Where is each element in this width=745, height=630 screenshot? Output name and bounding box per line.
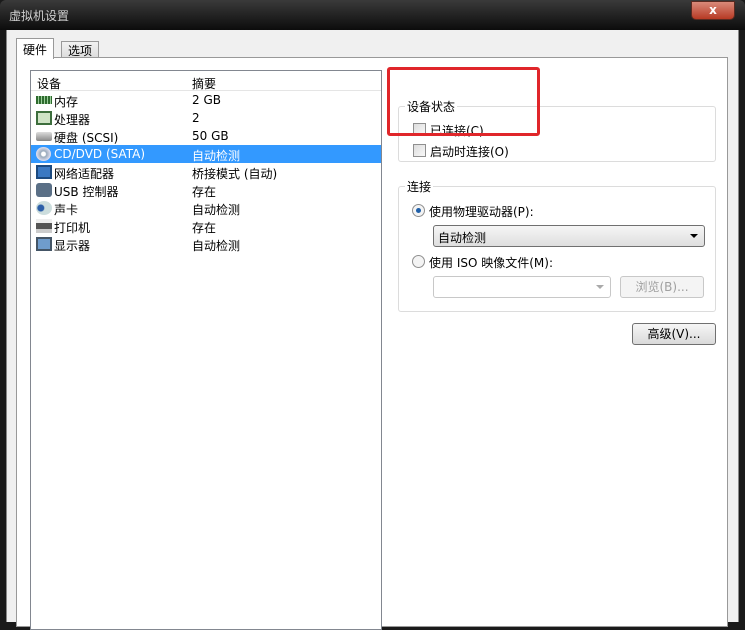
- device-name: 显示器: [54, 239, 91, 253]
- usb-icon: [36, 183, 52, 197]
- tab-options[interactable]: 选项: [61, 41, 100, 58]
- close-button[interactable]: x: [691, 1, 735, 20]
- device-summary: 50 GB: [192, 129, 229, 143]
- list-header: 设备 摘要: [31, 71, 381, 91]
- device-summary: 存在: [192, 185, 217, 199]
- connect-at-power-on-checkbox[interactable]: [413, 144, 426, 157]
- iso-file-radio[interactable]: [412, 255, 425, 268]
- device-name: 硬盘 (SCSI): [54, 131, 119, 145]
- device-name: USB 控制器: [54, 185, 119, 199]
- device-name: 内存: [54, 95, 79, 109]
- device-summary: 自动检测: [192, 239, 241, 253]
- connection-title: 连接: [405, 178, 434, 195]
- device-name: 处理器: [54, 113, 91, 127]
- device-row[interactable]: 内存 2 GB: [31, 91, 381, 109]
- device-row[interactable]: USB 控制器 存在: [31, 181, 381, 199]
- device-name: CD/DVD (SATA): [54, 147, 146, 161]
- printer-icon: [36, 219, 52, 233]
- sound-icon: [36, 201, 52, 215]
- chevron-down-icon: [596, 285, 604, 289]
- device-summary: 自动检测: [192, 149, 241, 163]
- device-row[interactable]: 声卡 自动检测: [31, 199, 381, 217]
- physical-drive-select[interactable]: 自动检测: [433, 225, 705, 247]
- advanced-button[interactable]: 高级(V)...: [632, 323, 716, 345]
- device-row[interactable]: CD/DVD (SATA) 自动检测: [31, 145, 381, 163]
- memory-icon: [36, 96, 52, 104]
- tab-hardware[interactable]: 硬件: [16, 38, 55, 59]
- physical-drive-value: 自动检测: [438, 231, 487, 245]
- header-summary[interactable]: 摘要: [192, 75, 216, 92]
- harddisk-icon: [36, 132, 52, 141]
- connect-at-power-on-label[interactable]: 启动时连接(O): [430, 143, 509, 160]
- device-summary: 自动检测: [192, 203, 241, 217]
- device-name: 声卡: [54, 203, 79, 217]
- iso-file-select[interactable]: [433, 276, 611, 298]
- device-name: 网络适配器: [54, 167, 115, 181]
- device-name: 打印机: [54, 221, 91, 235]
- device-row[interactable]: 显示器 自动检测: [31, 235, 381, 253]
- iso-file-label[interactable]: 使用 ISO 映像文件(M):: [429, 254, 553, 271]
- device-summary: 桥接模式 (自动): [192, 167, 278, 181]
- cd-dvd-icon: [36, 147, 51, 161]
- highlight-box: [387, 67, 540, 136]
- physical-drive-radio[interactable]: [412, 204, 425, 217]
- title-bar: 虚拟机设置 x: [0, 0, 745, 30]
- physical-drive-label[interactable]: 使用物理驱动器(P):: [429, 203, 534, 220]
- device-summary: 2: [192, 111, 200, 125]
- tab-panel: 设备 摘要 内存 2 GB 处理器 2 硬盘 (SCSI) 50 GB CD/D…: [16, 57, 728, 630]
- device-summary: 存在: [192, 221, 217, 235]
- device-row[interactable]: 网络适配器 桥接模式 (自动): [31, 163, 381, 181]
- device-row[interactable]: 硬盘 (SCSI) 50 GB: [31, 127, 381, 145]
- device-row[interactable]: 打印机 存在: [31, 217, 381, 235]
- device-list[interactable]: 设备 摘要 内存 2 GB 处理器 2 硬盘 (SCSI) 50 GB CD/D…: [30, 70, 382, 630]
- chevron-down-icon: [690, 234, 698, 238]
- display-icon: [36, 237, 52, 251]
- device-row[interactable]: 处理器 2: [31, 109, 381, 127]
- connection-group: 连接 使用物理驱动器(P): 自动检测 使用 ISO 映像文件(M): 浏览(B…: [398, 178, 716, 312]
- processor-icon: [36, 111, 52, 125]
- browse-button[interactable]: 浏览(B)...: [620, 276, 704, 298]
- network-icon: [36, 165, 52, 179]
- header-device[interactable]: 设备: [37, 75, 61, 92]
- device-summary: 2 GB: [192, 93, 221, 107]
- dialog-body: 硬件 选项 设备 摘要 内存 2 GB 处理器 2 硬盘 (SCSI) 50 G…: [6, 30, 739, 630]
- window-title: 虚拟机设置: [9, 9, 70, 23]
